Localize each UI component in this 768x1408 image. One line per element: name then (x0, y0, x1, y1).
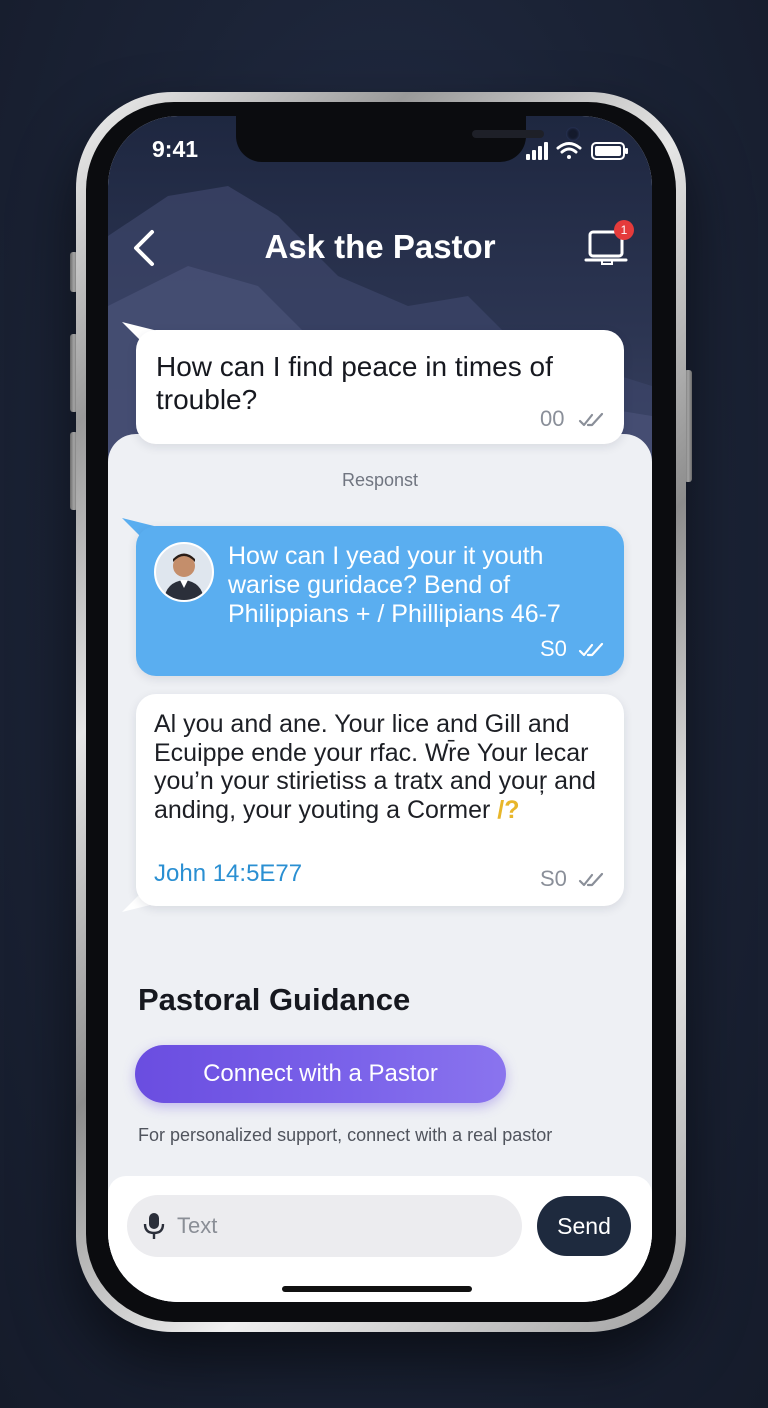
battery-icon (591, 142, 628, 160)
scripture-reply-bubble[interactable]: Al you and ane. Your lice and Gill and E… (136, 694, 624, 906)
input-placeholder: Text (177, 1213, 218, 1238)
scripture-reply-text: Al you and ane. Your lice and Gill and E… (154, 710, 614, 824)
notch (236, 116, 580, 162)
status-time: 9:41 (152, 136, 199, 162)
message-time: S0 (540, 636, 567, 661)
double-check-icon (578, 412, 604, 427)
pastor-reply-text: How can I yead your it youth warise guri… (228, 542, 561, 628)
back-button[interactable] (126, 226, 166, 270)
wifi-icon (556, 142, 582, 159)
microphone-icon[interactable] (143, 1211, 165, 1241)
verse-link[interactable]: John 14:5E77 (154, 860, 302, 888)
message-composer: Text Send (108, 1176, 652, 1302)
phone-screen: 9:41 Ask the Pastor 1 How can I find pea… (108, 116, 652, 1302)
message-input[interactable]: Text (127, 1195, 522, 1257)
notification-badge: 1 (614, 220, 634, 240)
response-label: Responst (341, 470, 419, 490)
send-button[interactable]: Send (537, 1196, 631, 1256)
pastor-avatar (154, 542, 214, 602)
front-camera (566, 127, 580, 141)
speaker-grille (472, 130, 544, 138)
message-time: S0 (540, 866, 567, 891)
pastor-reply-bubble[interactable]: How can I yead your it youth warise guri… (136, 526, 624, 676)
status-icons (526, 142, 628, 160)
chevron-left-icon (134, 230, 154, 266)
connect-with-pastor-button[interactable]: Connect with a Pastor (135, 1045, 506, 1103)
double-check-icon (578, 872, 604, 887)
question-text: How can I find peace in times of trouble… (156, 351, 553, 415)
message-time: 00 (540, 406, 565, 431)
pastoral-guidance-title: Pastoral Guidance (138, 982, 411, 1017)
home-indicator (282, 1286, 472, 1292)
signal-bars-icon (526, 142, 548, 160)
double-check-icon (578, 642, 604, 657)
connect-note: For personalized support, connect with a… (138, 1125, 553, 1145)
question-mark: /? (497, 795, 520, 824)
page-title: Ask the Pastor (264, 228, 496, 265)
scripture-reply-body: Al you and ane. Your lice and Gill and E… (154, 710, 596, 824)
user-question-bubble[interactable]: How can I find peace in times of trouble… (136, 330, 624, 444)
